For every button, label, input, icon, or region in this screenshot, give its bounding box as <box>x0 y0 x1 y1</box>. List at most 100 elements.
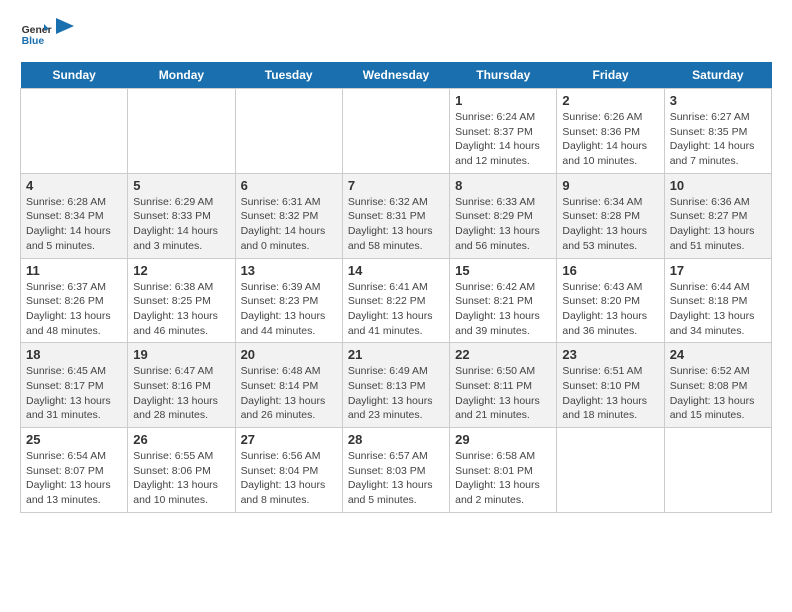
day-number: 14 <box>348 263 444 278</box>
calendar-week-row: 25 Sunrise: 6:54 AM Sunset: 8:07 PM Dayli… <box>21 428 772 513</box>
calendar-cell: 12 Sunrise: 6:38 AM Sunset: 8:25 PM Dayli… <box>128 258 235 343</box>
calendar-cell: 7 Sunrise: 6:32 AM Sunset: 8:31 PM Daylig… <box>342 173 449 258</box>
day-number: 10 <box>670 178 766 193</box>
day-info: Sunrise: 6:37 AM Sunset: 8:26 PM Dayligh… <box>26 280 122 339</box>
calendar-cell: 1 Sunrise: 6:24 AM Sunset: 8:37 PM Daylig… <box>450 89 557 174</box>
calendar-cell: 11 Sunrise: 6:37 AM Sunset: 8:26 PM Dayli… <box>21 258 128 343</box>
day-info: Sunrise: 6:38 AM Sunset: 8:25 PM Dayligh… <box>133 280 229 339</box>
calendar-cell: 13 Sunrise: 6:39 AM Sunset: 8:23 PM Dayli… <box>235 258 342 343</box>
calendar-cell: 27 Sunrise: 6:56 AM Sunset: 8:04 PM Dayli… <box>235 428 342 513</box>
day-number: 2 <box>562 93 658 108</box>
day-number: 8 <box>455 178 551 193</box>
logo-icon: General Blue <box>20 20 52 52</box>
day-info: Sunrise: 6:43 AM Sunset: 8:20 PM Dayligh… <box>562 280 658 339</box>
day-info: Sunrise: 6:33 AM Sunset: 8:29 PM Dayligh… <box>455 195 551 254</box>
calendar-cell <box>557 428 664 513</box>
day-number: 19 <box>133 347 229 362</box>
calendar-week-row: 11 Sunrise: 6:37 AM Sunset: 8:26 PM Dayli… <box>21 258 772 343</box>
page-header: General Blue <box>20 20 772 52</box>
day-number: 16 <box>562 263 658 278</box>
calendar-cell: 3 Sunrise: 6:27 AM Sunset: 8:35 PM Daylig… <box>664 89 771 174</box>
calendar-cell: 8 Sunrise: 6:33 AM Sunset: 8:29 PM Daylig… <box>450 173 557 258</box>
day-number: 11 <box>26 263 122 278</box>
day-number: 21 <box>348 347 444 362</box>
day-number: 27 <box>241 432 337 447</box>
day-number: 20 <box>241 347 337 362</box>
day-info: Sunrise: 6:36 AM Sunset: 8:27 PM Dayligh… <box>670 195 766 254</box>
calendar-cell <box>664 428 771 513</box>
calendar-cell: 19 Sunrise: 6:47 AM Sunset: 8:16 PM Dayli… <box>128 343 235 428</box>
day-header-friday: Friday <box>557 62 664 89</box>
day-number: 6 <box>241 178 337 193</box>
day-info: Sunrise: 6:58 AM Sunset: 8:01 PM Dayligh… <box>455 449 551 508</box>
calendar-cell: 5 Sunrise: 6:29 AM Sunset: 8:33 PM Daylig… <box>128 173 235 258</box>
day-info: Sunrise: 6:24 AM Sunset: 8:37 PM Dayligh… <box>455 110 551 169</box>
calendar-cell: 21Sunrise: 6:49 AM Sunset: 8:13 PM Dayli… <box>342 343 449 428</box>
day-number: 28 <box>348 432 444 447</box>
day-number: 25 <box>26 432 122 447</box>
day-info: Sunrise: 6:56 AM Sunset: 8:04 PM Dayligh… <box>241 449 337 508</box>
calendar-header-row: SundayMondayTuesdayWednesdayThursdayFrid… <box>21 62 772 89</box>
calendar-cell: 10 Sunrise: 6:36 AM Sunset: 8:27 PM Dayli… <box>664 173 771 258</box>
day-header-tuesday: Tuesday <box>235 62 342 89</box>
day-number: 23 <box>562 347 658 362</box>
day-number: 17 <box>670 263 766 278</box>
day-info: Sunrise: 6:52 AM Sunset: 8:08 PM Dayligh… <box>670 364 766 423</box>
calendar-cell: 18 Sunrise: 6:45 AM Sunset: 8:17 PM Dayli… <box>21 343 128 428</box>
calendar-cell <box>128 89 235 174</box>
day-header-sunday: Sunday <box>21 62 128 89</box>
day-info: Sunrise: 6:29 AM Sunset: 8:33 PM Dayligh… <box>133 195 229 254</box>
day-number: 22 <box>455 347 551 362</box>
day-header-monday: Monday <box>128 62 235 89</box>
svg-text:General: General <box>22 25 52 36</box>
day-info: Sunrise: 6:39 AM Sunset: 8:23 PM Dayligh… <box>241 280 337 339</box>
day-info: Sunrise: 6:41 AM Sunset: 8:22 PM Dayligh… <box>348 280 444 339</box>
calendar-cell: 29 Sunrise: 6:58 AM Sunset: 8:01 PM Dayli… <box>450 428 557 513</box>
day-info: Sunrise: 6:47 AM Sunset: 8:16 PM Dayligh… <box>133 364 229 423</box>
calendar-cell: 26Sunrise: 6:55 AM Sunset: 8:06 PM Dayli… <box>128 428 235 513</box>
day-info: Sunrise: 6:55 AM Sunset: 8:06 PM Dayligh… <box>133 449 229 508</box>
logo-flag-icon <box>56 18 76 46</box>
day-number: 4 <box>26 178 122 193</box>
day-header-thursday: Thursday <box>450 62 557 89</box>
day-number: 18 <box>26 347 122 362</box>
calendar-cell <box>21 89 128 174</box>
day-number: 3 <box>670 93 766 108</box>
day-info: Sunrise: 6:42 AM Sunset: 8:21 PM Dayligh… <box>455 280 551 339</box>
calendar-cell <box>235 89 342 174</box>
day-number: 1 <box>455 93 551 108</box>
calendar-cell: 15 Sunrise: 6:42 AM Sunset: 8:21 PM Dayli… <box>450 258 557 343</box>
day-info: Sunrise: 6:32 AM Sunset: 8:31 PM Dayligh… <box>348 195 444 254</box>
calendar-cell: 14 Sunrise: 6:41 AM Sunset: 8:22 PM Dayli… <box>342 258 449 343</box>
calendar-week-row: 1 Sunrise: 6:24 AM Sunset: 8:37 PM Daylig… <box>21 89 772 174</box>
day-info: Sunrise: 6:45 AM Sunset: 8:17 PM Dayligh… <box>26 364 122 423</box>
day-info: Sunrise: 6:54 AM Sunset: 8:07 PM Dayligh… <box>26 449 122 508</box>
logo: General Blue <box>20 20 76 52</box>
day-info: Sunrise: 6:51 AM Sunset: 8:10 PM Dayligh… <box>562 364 658 423</box>
calendar-cell: 25 Sunrise: 6:54 AM Sunset: 8:07 PM Dayli… <box>21 428 128 513</box>
calendar-cell: 20Sunrise: 6:48 AM Sunset: 8:14 PM Dayli… <box>235 343 342 428</box>
day-number: 12 <box>133 263 229 278</box>
calendar-cell <box>342 89 449 174</box>
calendar-table: SundayMondayTuesdayWednesdayThursdayFrid… <box>20 62 772 513</box>
day-number: 24 <box>670 347 766 362</box>
calendar-cell: 28 Sunrise: 6:57 AM Sunset: 8:03 PM Dayli… <box>342 428 449 513</box>
day-header-wednesday: Wednesday <box>342 62 449 89</box>
day-info: Sunrise: 6:31 AM Sunset: 8:32 PM Dayligh… <box>241 195 337 254</box>
day-number: 13 <box>241 263 337 278</box>
day-number: 29 <box>455 432 551 447</box>
calendar-cell: 23 Sunrise: 6:51 AM Sunset: 8:10 PM Dayli… <box>557 343 664 428</box>
day-info: Sunrise: 6:27 AM Sunset: 8:35 PM Dayligh… <box>670 110 766 169</box>
day-info: Sunrise: 6:28 AM Sunset: 8:34 PM Dayligh… <box>26 195 122 254</box>
calendar-cell: 6 Sunrise: 6:31 AM Sunset: 8:32 PM Daylig… <box>235 173 342 258</box>
day-number: 5 <box>133 178 229 193</box>
day-number: 7 <box>348 178 444 193</box>
calendar-cell: 22 Sunrise: 6:50 AM Sunset: 8:11 PM Dayli… <box>450 343 557 428</box>
calendar-week-row: 4 Sunrise: 6:28 AM Sunset: 8:34 PM Daylig… <box>21 173 772 258</box>
day-header-saturday: Saturday <box>664 62 771 89</box>
day-number: 9 <box>562 178 658 193</box>
day-info: Sunrise: 6:50 AM Sunset: 8:11 PM Dayligh… <box>455 364 551 423</box>
day-info: Sunrise: 6:57 AM Sunset: 8:03 PM Dayligh… <box>348 449 444 508</box>
day-number: 15 <box>455 263 551 278</box>
calendar-cell: 2Sunrise: 6:26 AM Sunset: 8:36 PM Daylig… <box>557 89 664 174</box>
